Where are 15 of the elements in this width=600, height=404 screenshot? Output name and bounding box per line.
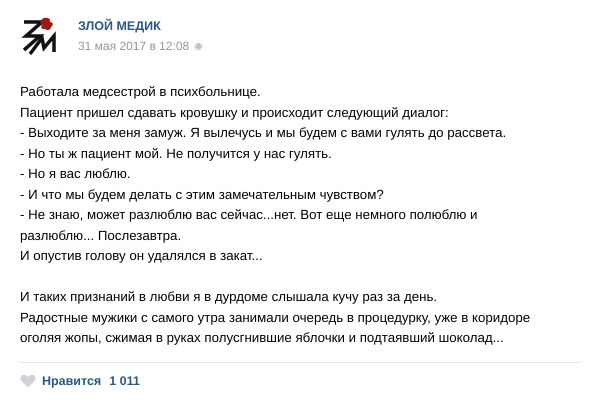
author-link[interactable]: ЗЛОЙ МЕДИК [78,19,204,33]
post-text-line: - Не знаю, может разлюблю вас сейчас...нет. Вот еще немного полюблю и [20,206,478,224]
post-text-line: - Выходите за меня замуж. Я вылечусь и мы будем с вами гулять до рассвета. [20,124,506,142]
post-text-line: Радостные мужики с самого утра занимали очередь в процедурку, уже в коридоре [20,308,530,327]
post-text-line: - Но ты ж пациент мой. Не получится у нас гулять. [20,144,332,163]
post-text-line: Пациент пришел сдавать кровушку и происходит следующий диалог: [20,104,449,122]
post-text-line: Работала медсестрой в психбольнице. [20,83,261,101]
post-text-line: - И что мы будем делать с этим замечательным чувством? [20,186,384,204]
post-text-line: разлюблю... Послезавтра. [20,226,182,245]
like-button[interactable]: Нравится 1 011 [20,372,140,390]
post-text-line: - Но я вас люблю. [20,165,131,183]
post-text-line: И таких признаний в любви я в дурдоме слышала кучу раз за день. [20,288,438,306]
post-text-line: оголяя жопы, сжимая в руках полусгнившие яблочки и подтаявший шоколад... [20,329,504,347]
heart-icon [20,374,36,388]
post-text-line: И опустив голову он удалялся в закат... [20,247,263,265]
